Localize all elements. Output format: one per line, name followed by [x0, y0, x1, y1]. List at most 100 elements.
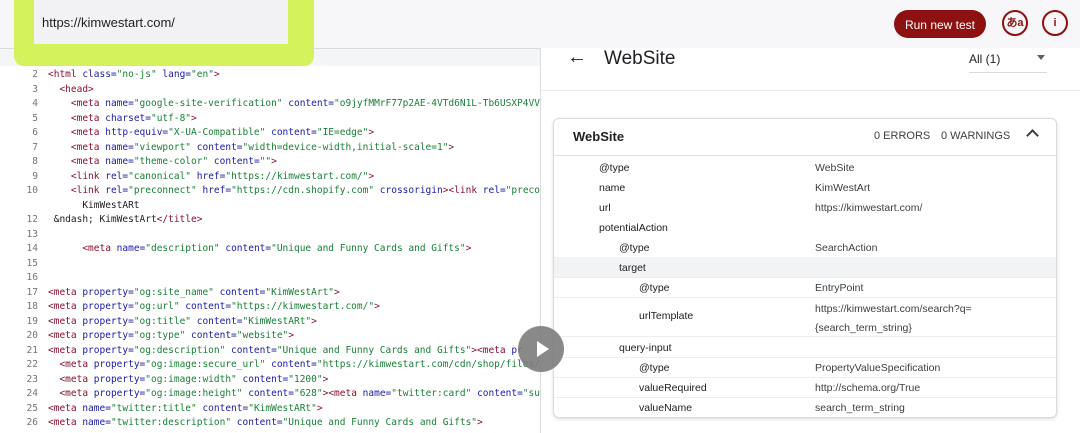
line-number: 20 — [26, 330, 38, 341]
code-token: <html — [48, 69, 83, 80]
code-token: "canonical" — [128, 170, 197, 182]
property-value: EntryPoint — [815, 282, 864, 294]
property-key: target — [619, 262, 646, 274]
code-line: 19 <meta property="og:title" content="Kim… — [0, 316, 540, 330]
code-token: "o9jyfMMrF77p2AE-4VTd6N1L-Tb6USXP4VVI — [334, 98, 540, 109]
code-token: <meta — [48, 315, 83, 327]
errors-count: 0 ERRORS — [874, 130, 931, 142]
code-token: "sum — [522, 388, 540, 399]
code-token: content= — [248, 388, 294, 399]
header-separator — [541, 90, 1080, 91]
code-token: <link — [448, 185, 483, 196]
code-token: content= — [219, 286, 266, 298]
code-token: lang= — [162, 69, 192, 80]
code-line: 21 <meta property="og:description" conten… — [0, 345, 540, 359]
code-token: > — [477, 417, 483, 428]
code-token: "google-site-verification" — [133, 98, 289, 109]
property-row: query-input — [554, 337, 1056, 358]
code-token: property= — [93, 373, 146, 385]
code-token: > — [334, 286, 340, 298]
code-token: "" — [259, 156, 272, 167]
back-arrow-icon[interactable]: ← — [567, 46, 587, 69]
code-token: "KimWestARt" — [242, 315, 312, 327]
filter-dropdown[interactable]: All (1) — [969, 52, 1047, 73]
code-token: KimWestARt — [48, 199, 140, 211]
code-line: 16 — [0, 272, 540, 286]
panel-title: WebSite — [604, 48, 676, 69]
code-token: name= — [82, 402, 111, 414]
code-token: <meta — [59, 359, 94, 370]
code-token: name= — [362, 388, 392, 399]
url-input[interactable]: https://kimwestart.com/ — [34, 0, 288, 44]
run-new-test-button[interactable]: Run new test — [894, 10, 986, 38]
property-row: urlTemplate https://kimwestart.com/search… — [554, 297, 1056, 337]
code-token: "theme-color" — [133, 156, 214, 167]
code-token: rel= — [482, 185, 506, 196]
line-number: 12 — [26, 214, 38, 225]
code-token: "preconnect" — [128, 185, 203, 196]
code-token: property= — [93, 359, 146, 370]
code-token: "https://kimwestart.com/" — [231, 301, 375, 312]
code-panel[interactable]: 2 <html class="no-js" lang="en"> 3 <head> 4… — [0, 66, 540, 433]
code-token: rel= — [105, 170, 129, 182]
code-token: > — [271, 156, 277, 167]
line-number: 26 — [26, 417, 38, 428]
code-token: content= — [213, 156, 260, 167]
play-button[interactable] — [518, 326, 564, 372]
info-icon[interactable]: i — [1042, 10, 1068, 36]
code-line: 24 <meta property="og:image:height" cont… — [0, 388, 540, 402]
code-token: "website" — [236, 330, 289, 341]
chevron-up-icon[interactable] — [1026, 129, 1039, 142]
code-token: content= — [196, 315, 243, 327]
code-line: 4 <meta name="google-site-verification" … — [0, 98, 540, 112]
code-token: "og:type" — [133, 330, 192, 341]
code-token: "utf-8" — [150, 112, 192, 124]
code-token: "og:image:width" — [145, 373, 243, 385]
property-row: url https://kimwestart.com/ — [554, 197, 1056, 217]
code-token: charset= — [105, 112, 151, 124]
code-token: <link — [70, 170, 106, 182]
property-value: http://schema.org/True — [815, 382, 921, 394]
code-token: "en" — [191, 69, 214, 80]
code-token: > — [368, 127, 375, 138]
property-row: potentialAction — [554, 217, 1056, 237]
property-value: KimWestArt — [815, 182, 871, 194]
code-token: > — [213, 69, 220, 80]
code-line: 5 <meta charset="utf-8"> — [0, 113, 540, 127]
code-line: 23 <meta property="og:image:width" conte… — [0, 374, 540, 388]
code-token: <meta — [48, 417, 83, 428]
code-token: "og:site_name" — [133, 286, 220, 298]
code-token: &ndash; KimWestArt — [48, 214, 157, 225]
code-token: <meta — [48, 286, 83, 298]
code-token: > — [288, 330, 294, 341]
code-token: > — [448, 141, 455, 153]
language-icon[interactable]: あa — [1002, 10, 1028, 36]
property-key: urlTemplate — [639, 310, 694, 322]
card-title: WebSite — [573, 129, 625, 144]
line-number: 23 — [26, 373, 38, 385]
code-token: <meta — [48, 402, 83, 414]
code-line: 12 &ndash; KimWestArt</title> — [0, 214, 540, 228]
code-token: "og:title" — [133, 315, 197, 327]
url-text: https://kimwestart.com/ — [42, 15, 175, 30]
code-token: "twitter:title" — [110, 402, 203, 414]
code-token: content= — [225, 243, 272, 254]
line-number: 19 — [26, 315, 38, 327]
code-token: <meta — [59, 388, 94, 399]
code-line: 10 <link rel="preconnect" href="https://… — [0, 185, 540, 199]
property-key: @type — [639, 362, 670, 374]
code-line: 17 <meta property="og:site_name" content=… — [0, 287, 540, 301]
code-token: http-equiv= — [105, 127, 169, 138]
property-row: @type EntryPoint — [554, 277, 1056, 298]
code-token: > — [465, 243, 472, 254]
results-panel: ← WebSite All (1) WebSite 0 ERRORS 0 WAR… — [541, 46, 1080, 433]
property-value: SearchAction — [815, 242, 878, 254]
code-token: content= — [202, 402, 249, 414]
line-number: 16 — [26, 272, 38, 283]
line-number: 9 — [32, 170, 38, 182]
